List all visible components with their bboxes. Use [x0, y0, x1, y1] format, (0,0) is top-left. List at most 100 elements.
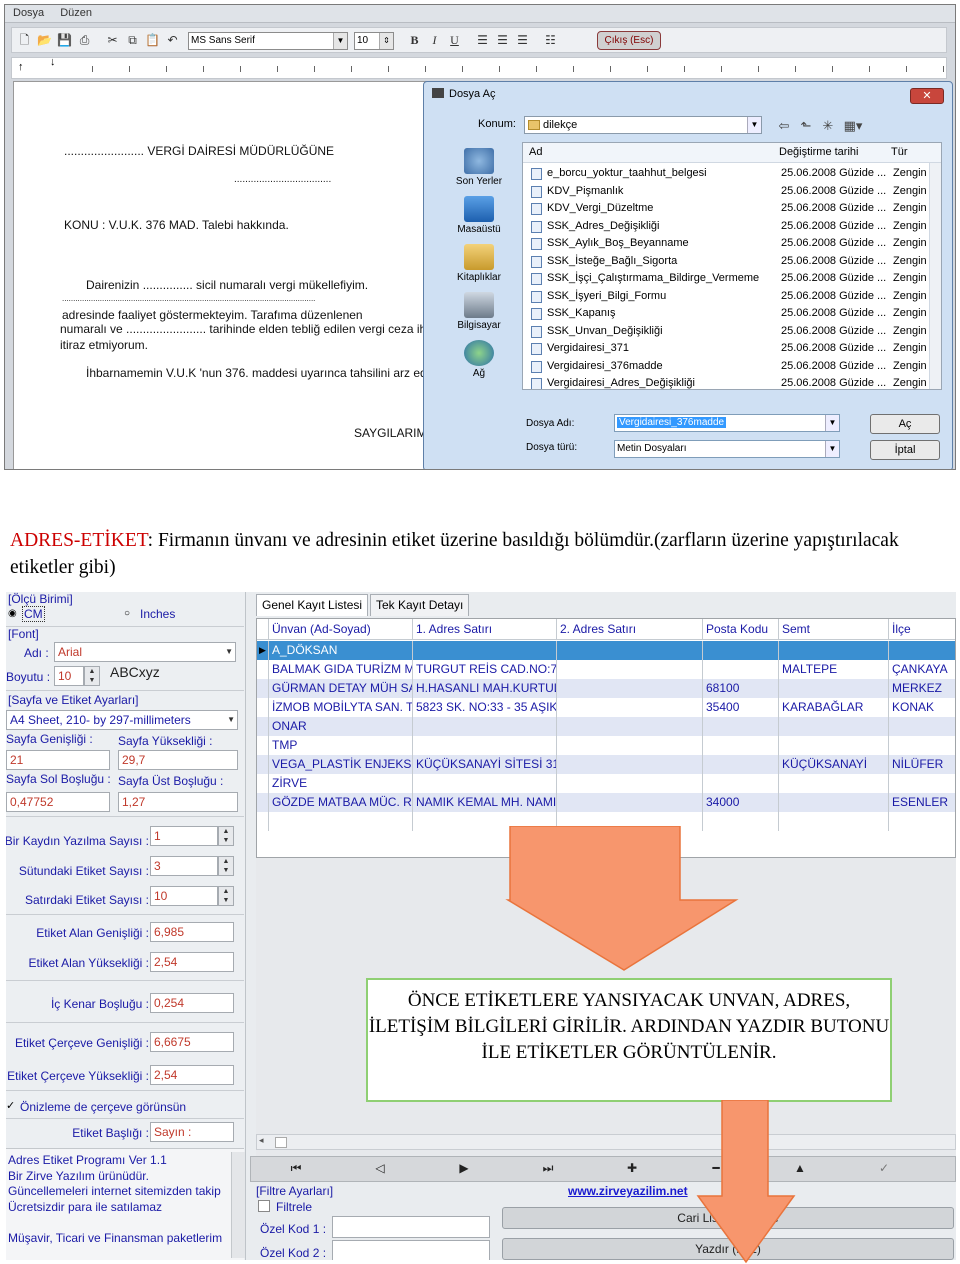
table-cell[interactable] — [889, 774, 955, 793]
copy-icon[interactable]: ⧉ — [124, 32, 141, 48]
table-cell[interactable]: 5823 SK. NO:33 - 35 AŞIK — [413, 698, 557, 717]
font-size-combo[interactable]: 10 ⇕ — [354, 32, 394, 50]
new-folder-icon[interactable]: ✳ — [820, 118, 836, 134]
table-cell[interactable]: GÖZDE MATBAA MÜC. RE — [269, 793, 413, 812]
table-cell[interactable]: KÜÇÜKSANAYİ — [779, 755, 889, 774]
table-cell[interactable]: 34000 — [703, 793, 779, 812]
column-type[interactable]: Tür — [891, 146, 908, 158]
italic-icon[interactable]: I — [426, 32, 443, 48]
document-page[interactable]: ........................ VERGİ DAİRESİ M… — [13, 81, 433, 469]
place-recent[interactable]: Son Yerler — [444, 148, 514, 187]
file-row[interactable]: SSK_İsteğe_Bağlı_Sigorta 25.06.2008 Güzid… — [523, 253, 933, 270]
file-row[interactable]: SSK_İşçi_Çalıştırmama_Bildirge_Vermeme 25… — [523, 270, 933, 287]
tab-single-record[interactable]: Tek Kayıt Detayı — [370, 594, 470, 616]
table-cell[interactable] — [779, 641, 889, 660]
table-cell[interactable] — [703, 660, 779, 679]
table-cell[interactable]: ZİRVE — [269, 774, 413, 793]
table-cell[interactable] — [557, 793, 703, 812]
save-icon[interactable]: 💾 — [56, 32, 73, 48]
table-row[interactable]: GÜRMAN DETAY MÜH SAN H.HASANLI MAH.KURTUL… — [257, 679, 955, 698]
back-icon[interactable]: ⇦ — [776, 118, 792, 134]
file-list-scrollbar[interactable] — [929, 163, 941, 389]
location-combo[interactable]: dilekçe ▼ — [524, 116, 762, 134]
table-cell[interactable]: İZMOB MOBİLYTA SAN. T — [269, 698, 413, 717]
table-cell[interactable] — [779, 793, 889, 812]
table-cell[interactable]: TURGUT REİS CAD.NO:7/1 — [413, 660, 557, 679]
open-folder-icon[interactable]: 📂 — [36, 32, 53, 48]
new-file-icon[interactable]: 🗋 — [16, 32, 33, 48]
table-row[interactable]: İZMOB MOBİLYTA SAN. T 5823 SK. NO:33 - 35… — [257, 698, 955, 717]
menu-duzen[interactable]: Düzen — [52, 5, 100, 21]
table-cell[interactable]: MALTEPE — [779, 660, 889, 679]
bold-icon[interactable]: B — [406, 32, 423, 48]
next-record-icon[interactable]: ▶ — [449, 1161, 479, 1177]
ruler-indent-icon[interactable]: ↑ — [18, 61, 24, 73]
file-row[interactable]: e_borcu_yoktur_taahhut_belgesi 25.06.2008… — [523, 165, 933, 182]
table-cell[interactable] — [557, 755, 703, 774]
file-row[interactable]: SSK_Kapanış 25.06.2008 Güzide ... Zengin — [523, 305, 933, 322]
radio-cm[interactable]: ◉ — [8, 608, 17, 619]
place-desktop[interactable]: Masaüstü — [444, 196, 514, 235]
column-name[interactable]: Ad — [529, 146, 542, 158]
filetype-select[interactable]: Metin Dosyaları ▼ — [614, 440, 840, 458]
label-title-input[interactable]: Sayın : — [150, 1122, 234, 1142]
table-cell[interactable]: KARABAĞLAR — [779, 698, 889, 717]
table-cell[interactable] — [889, 736, 955, 755]
notes-scrollbar[interactable] — [231, 1152, 245, 1258]
cols-spinner[interactable]: ▲ ▼ — [218, 856, 234, 876]
table-cell[interactable] — [413, 717, 557, 736]
last-record-icon[interactable]: ⏭ — [533, 1161, 563, 1177]
place-libraries[interactable]: Kitaplıklar — [444, 244, 514, 283]
align-right-icon[interactable]: ☰ — [514, 32, 531, 48]
website-link[interactable]: www.zirveyazilim.net — [568, 1184, 688, 1198]
table-cell[interactable] — [703, 755, 779, 774]
grid-column-header[interactable]: Semt — [779, 619, 889, 640]
font-name-select[interactable]: Arial ▼ — [54, 642, 236, 662]
cancel-button[interactable]: İptal — [870, 440, 940, 460]
table-row[interactable]: BALMAK GIDA TURİZM MÜ TURGUT REİS CAD.NO:… — [257, 660, 955, 679]
table-cell[interactable]: NAMIK KEMAL MH. NAMIK — [413, 793, 557, 812]
table-row[interactable]: TMP — [257, 736, 955, 755]
table-cell[interactable] — [557, 679, 703, 698]
table-cell[interactable]: VEGA_PLASTİK ENJEKSİY — [269, 755, 413, 774]
open-button[interactable]: Aç — [870, 414, 940, 434]
file-row[interactable]: SSK_Unvan_Değişikliği 25.06.2008 Güzide .… — [523, 323, 933, 340]
table-cell[interactable]: A_DÖKSAN — [269, 641, 413, 660]
table-cell[interactable] — [413, 774, 557, 793]
area-height-input[interactable]: 2,54 — [150, 952, 234, 972]
font-size-spinner[interactable]: ▲ ▼ — [84, 666, 100, 686]
grid-horizontal-scrollbar[interactable]: ◂ — [256, 1134, 956, 1150]
table-cell[interactable] — [703, 717, 779, 736]
table-cell[interactable]: GÜRMAN DETAY MÜH SAN — [269, 679, 413, 698]
print-icon[interactable]: ⎙ — [76, 32, 93, 48]
page-width-input[interactable]: 21 — [6, 750, 110, 770]
add-record-icon[interactable]: ✚ — [617, 1161, 647, 1177]
grid-column-header[interactable]: 2. Adres Satırı — [557, 619, 703, 640]
table-cell[interactable] — [779, 774, 889, 793]
up-folder-icon[interactable]: ⬑ — [798, 118, 814, 134]
close-button[interactable]: ✕ — [910, 88, 944, 104]
table-cell[interactable]: 35400 — [703, 698, 779, 717]
table-row[interactable]: GÖZDE MATBAA MÜC. RE NAMIK KEMAL MH. NAMI… — [257, 793, 955, 812]
radio-inches[interactable]: ○ — [124, 608, 130, 619]
place-network[interactable]: Ağ — [444, 340, 514, 379]
file-row[interactable]: Vergidairesi_376madde 25.06.2008 Güzide .… — [523, 358, 933, 375]
table-cell[interactable] — [557, 774, 703, 793]
table-cell[interactable]: KÜÇÜKSANAYİ SİTESİ 31 — [413, 755, 557, 774]
filename-input[interactable]: Vergidairesi_376madde ▼ — [614, 414, 840, 432]
per-record-spinner[interactable]: ▲ ▼ — [218, 826, 234, 846]
code1-input[interactable] — [332, 1216, 490, 1238]
table-cell[interactable] — [557, 736, 703, 755]
frame-width-input[interactable]: 6,6675 — [150, 1032, 234, 1052]
rows-input[interactable]: 10 — [150, 886, 218, 906]
tab-general-list[interactable]: Genel Kayıt Listesi — [256, 594, 369, 616]
code2-input[interactable] — [332, 1240, 490, 1260]
ruler-tab-icon[interactable]: ↓ — [50, 56, 56, 68]
cols-input[interactable]: 3 — [150, 856, 218, 876]
scroll-thumb[interactable] — [275, 1137, 287, 1148]
exit-button[interactable]: Çıkış (Esc) — [597, 31, 661, 50]
table-cell[interactable] — [779, 717, 889, 736]
file-row[interactable]: SSK_Adres_Değişikliği 25.06.2008 Güzide .… — [523, 218, 933, 235]
table-cell[interactable] — [557, 698, 703, 717]
table-cell[interactable] — [413, 736, 557, 755]
